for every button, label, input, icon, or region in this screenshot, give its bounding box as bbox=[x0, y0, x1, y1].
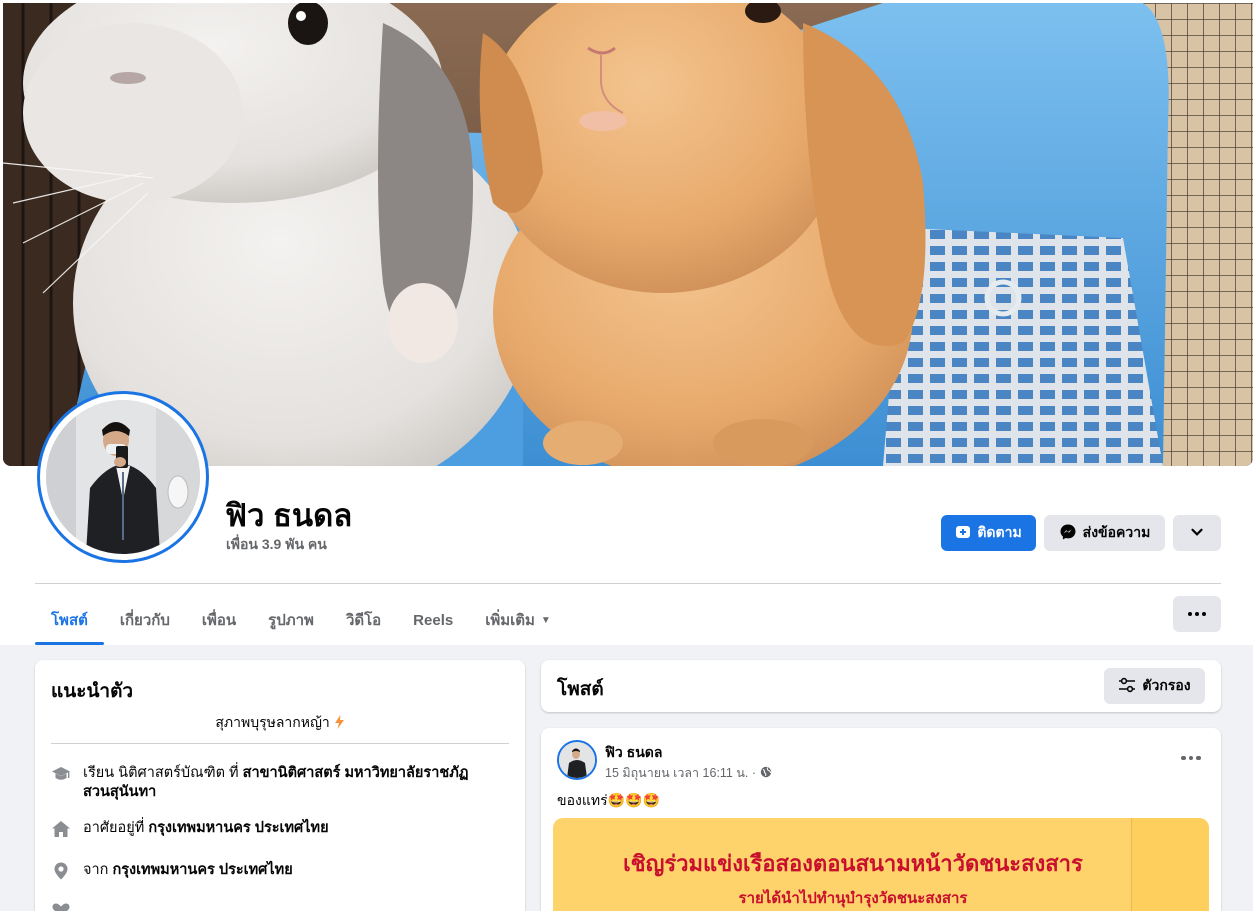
tab-friends[interactable]: เพื่อน bbox=[186, 596, 252, 644]
hometown-prefix: จาก bbox=[83, 862, 113, 878]
profile-picture[interactable] bbox=[37, 391, 209, 563]
tab-photos[interactable]: รูปภาพ bbox=[252, 596, 330, 644]
profile-name: ฟิว ธนดล bbox=[225, 498, 353, 533]
current-city-text: อาศัยอยู่ที่ กรุงเทพมหานคร ประเทศไทย bbox=[83, 819, 329, 838]
tab-label: โพสต์ bbox=[51, 612, 88, 629]
current-city-link[interactable]: กรุงเทพมหานคร ประเทศไทย bbox=[148, 820, 328, 836]
hometown-text: จาก กรุงเทพมหานคร ประเทศไทย bbox=[83, 861, 293, 880]
tab-label: เกี่ยวกับ bbox=[119, 612, 170, 629]
tab-more[interactable]: เพิ่มเติม ▼ bbox=[469, 596, 567, 644]
post-image[interactable]: เชิญร่วมแข่งเรือสองตอนสนามหน้าวัดชนะสงสา… bbox=[553, 818, 1209, 911]
profile-photo-image bbox=[46, 400, 200, 554]
bio-text: สุภาพบุรุษลากหญ้า bbox=[51, 712, 509, 734]
lightning-icon bbox=[334, 714, 345, 730]
hometown-link[interactable]: กรุงเทพมหานคร ประเทศไทย bbox=[112, 862, 292, 878]
tab-label: เพิ่มเติม bbox=[485, 612, 535, 629]
post-image-subline: รายได้นำไปทำนุบำรุงวัดชนะสงสาร bbox=[738, 889, 968, 907]
post-author-avatar[interactable] bbox=[557, 740, 597, 780]
education-text: เรียน นิติศาสตร์บัณฑิต ที่ สาขานิติศาสตร… bbox=[83, 764, 509, 802]
more-dots-icon bbox=[1188, 612, 1206, 616]
caret-down-icon: ▼ bbox=[540, 614, 551, 626]
post-image-headline: เชิญร่วมแข่งเรือสองตอนสนามหน้าวัดชนะสงสา… bbox=[623, 852, 1083, 877]
tab-label: วิดีโอ bbox=[345, 612, 382, 629]
chevron-down-icon bbox=[1190, 525, 1204, 542]
more-dots-icon bbox=[1181, 755, 1201, 761]
post-author-name[interactable]: ฟิว ธนดล bbox=[605, 742, 662, 764]
message-button-label: ส่งข้อความ bbox=[1082, 524, 1151, 540]
follow-button-label: ติดตาม bbox=[977, 524, 1022, 540]
current-city-prefix: อาศัยอยู่ที่ bbox=[83, 820, 149, 836]
profile-options-button[interactable] bbox=[1173, 515, 1221, 551]
post-image-side-panel bbox=[1131, 818, 1209, 911]
post-text: ของแทร่🤩🤩🤩 bbox=[557, 792, 660, 808]
location-pin-icon bbox=[51, 861, 71, 881]
bio-divider bbox=[51, 743, 509, 744]
header-divider bbox=[35, 583, 1221, 584]
post-meta: 15 มิถุนายน เวลา 16:11 น. · bbox=[605, 763, 772, 783]
tab-label: รูปภาพ bbox=[268, 612, 314, 629]
posts-title: โพสต์ bbox=[557, 679, 604, 700]
plus-user-icon bbox=[955, 524, 971, 543]
tab-label: เพื่อน bbox=[201, 612, 237, 629]
messenger-icon bbox=[1059, 523, 1077, 544]
home-icon bbox=[51, 819, 71, 839]
current-city-row: อาศัยอยู่ที่ กรุงเทพมหานคร ประเทศไทย bbox=[51, 819, 509, 839]
follow-button[interactable]: ติดตาม bbox=[941, 515, 1036, 551]
graduation-cap-icon bbox=[51, 764, 71, 784]
profile-tabs: โพสต์ เกี่ยวกับ เพื่อน รูปภาพ วิดีโอ Ree… bbox=[35, 596, 567, 645]
heart-icon bbox=[51, 900, 71, 911]
post-options-button[interactable] bbox=[1177, 746, 1205, 770]
tab-about[interactable]: เกี่ยวกับ bbox=[104, 596, 186, 644]
filter-button[interactable]: ตัวกรอง bbox=[1104, 668, 1205, 704]
filter-sliders-icon bbox=[1118, 677, 1136, 696]
tab-videos[interactable]: วิดีโอ bbox=[330, 596, 397, 644]
bio-label: สุภาพบุรุษลากหญ้า bbox=[215, 714, 330, 730]
tab-posts[interactable]: โพสต์ bbox=[35, 596, 104, 645]
filter-button-label: ตัวกรอง bbox=[1142, 677, 1191, 693]
relationship-row bbox=[51, 900, 509, 911]
friends-count-link[interactable]: เพื่อน 3.9 พัน คน bbox=[226, 534, 327, 556]
education-prefix: เรียน นิติศาสตร์บัณฑิต ที่ bbox=[83, 765, 243, 781]
tab-label: Reels bbox=[413, 611, 454, 629]
hometown-row: จาก กรุงเทพมหานคร ประเทศไทย bbox=[51, 861, 509, 881]
posts-header-card: โพสต์ ตัวกรอง bbox=[541, 660, 1221, 712]
message-button[interactable]: ส่งข้อความ bbox=[1044, 515, 1165, 551]
cover-photo[interactable] bbox=[3, 3, 1253, 466]
intro-card: แนะนำตัว สุภาพบุรุษลากหญ้า เรียน นิติศาส… bbox=[35, 660, 525, 911]
tabs-more-options-button[interactable] bbox=[1173, 596, 1221, 632]
intro-title: แนะนำตัว bbox=[51, 681, 134, 702]
tab-reels[interactable]: Reels bbox=[397, 596, 469, 644]
post-card: ฟิว ธนดล 15 มิถุนายน เวลา 16:11 น. · ของ… bbox=[541, 728, 1221, 911]
post-timestamp[interactable]: 15 มิถุนายน เวลา 16:11 น. · bbox=[605, 763, 756, 783]
education-row: เรียน นิติศาสตร์บัณฑิต ที่ สาขานิติศาสตร… bbox=[51, 764, 509, 802]
globe-icon bbox=[760, 766, 772, 781]
